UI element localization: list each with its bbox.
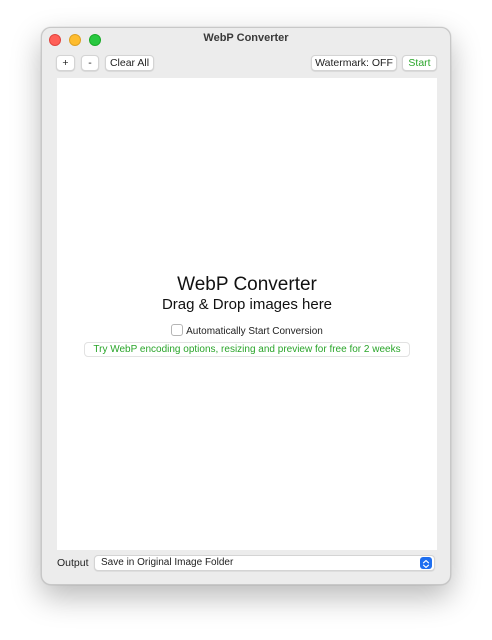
output-select[interactable]: Save in Original Image Folder <box>94 555 435 571</box>
toolbar: + - Clear All Watermark: OFF Start <box>42 55 450 75</box>
add-images-button[interactable]: + <box>56 55 75 71</box>
window-title: WebP Converter <box>203 32 289 44</box>
clear-all-button[interactable]: Clear All <box>105 55 154 71</box>
start-button[interactable]: Start <box>402 55 437 71</box>
updown-chevron-icon <box>420 557 432 569</box>
auto-start-checkbox[interactable] <box>171 324 184 336</box>
dropzone-title: WebP Converter <box>177 274 317 295</box>
app-window: WebP Converter + - Clear All Watermark: … <box>41 27 451 585</box>
drop-zone[interactable]: WebP Converter Drag & Drop images here A… <box>57 78 437 550</box>
trial-offer-button[interactable]: Try WebP encoding options, resizing and … <box>84 342 410 357</box>
title-bar[interactable]: WebP Converter <box>42 28 450 52</box>
auto-start-label[interactable]: Automatically Start Conversion <box>186 326 323 337</box>
dropzone-subtitle: Drag & Drop images here <box>161 296 333 313</box>
output-label: Output <box>57 557 89 569</box>
watermark-toggle-button[interactable]: Watermark: OFF <box>311 55 397 71</box>
auto-start-row[interactable]: Automatically Start Conversion <box>57 324 437 338</box>
output-footer: Output Save in Original Image Folder <box>42 555 450 573</box>
remove-image-button[interactable]: - <box>81 55 99 71</box>
output-select-value: Save in Original Image Folder <box>101 557 234 568</box>
